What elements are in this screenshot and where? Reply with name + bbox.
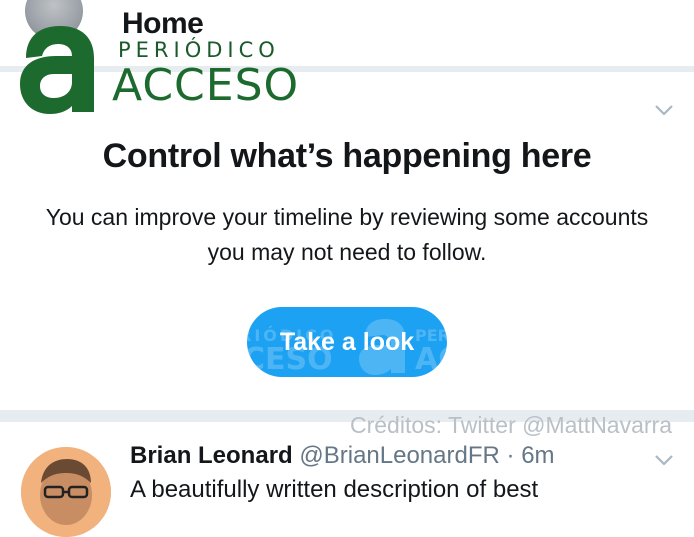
watermark-logo: PERIÓDICO ACCESO — [18, 18, 298, 114]
svg-text:AC: AC — [415, 342, 447, 377]
logo-big-text: ACCESO — [112, 60, 300, 111]
svg-text:PER: PER — [415, 326, 447, 345]
logo-small-text: PERIÓDICO — [118, 38, 280, 62]
tweet-author-avatar[interactable] — [21, 447, 111, 537]
image-credit: Créditos: Twitter @MattNavarra — [349, 412, 672, 438]
tweet-separator: · — [506, 442, 515, 469]
tweet-text: A beautifully written description of bes… — [130, 476, 539, 503]
tweet-timestamp[interactable]: 6m — [521, 442, 554, 469]
person-avatar-icon — [21, 447, 111, 537]
take-a-look-label: Take a look — [279, 327, 415, 356]
tweet-author-name[interactable]: Brian Leonard — [130, 442, 293, 469]
logo-a-icon — [20, 26, 94, 114]
tweet-menu-chevron-icon[interactable] — [654, 454, 674, 466]
tweet-author-handle[interactable]: @BrianLeonardFR — [299, 442, 499, 469]
prompt-body: You can improve your timeline by reviewi… — [45, 204, 649, 265]
take-a-look-button[interactable]: RIÓDICO CESO PER AC Take a look — [247, 307, 447, 377]
chevron-down-icon[interactable] — [654, 104, 674, 116]
tweet-header: Brian Leonard @BrianLeonardFR · 6m — [130, 442, 555, 470]
prompt-title: Control what’s happening here — [102, 137, 592, 175]
